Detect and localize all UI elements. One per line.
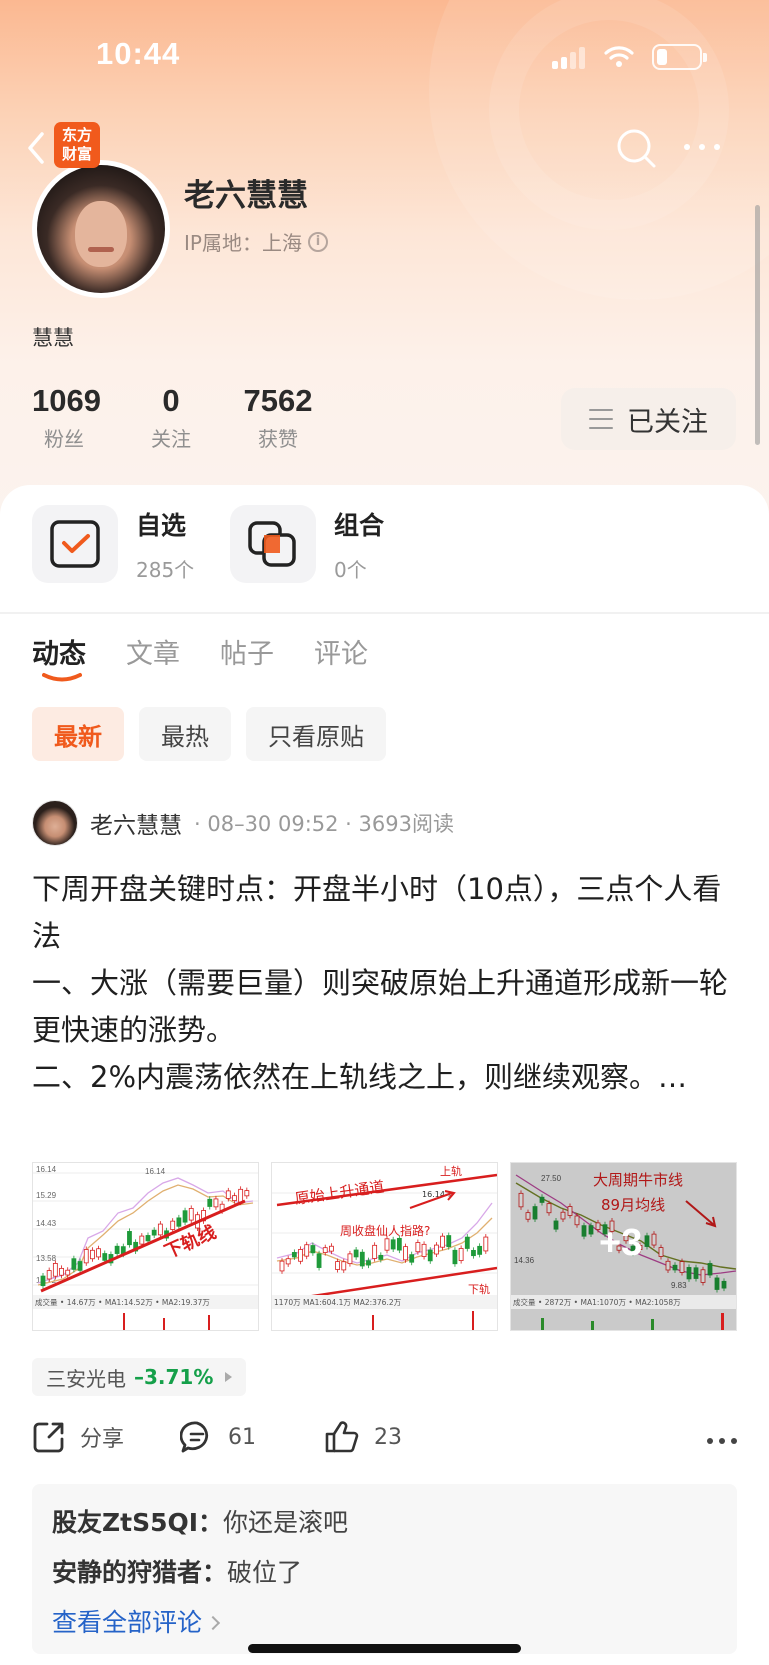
follow-button-label: 已关注: [627, 406, 708, 438]
share-label: 分享: [80, 1427, 125, 1452]
comment-text: 破位了: [227, 1558, 303, 1587]
filter-original-only[interactable]: 只看原贴: [246, 707, 386, 761]
price-label: 16.14: [145, 1167, 166, 1176]
stat-label: 获赞: [258, 427, 298, 451]
info-icon[interactable]: i: [307, 231, 328, 252]
filter-latest[interactable]: 最新: [32, 707, 124, 761]
profile-name: 老六慧慧: [184, 178, 308, 214]
stat-value: 0: [162, 383, 180, 418]
decoration: [489, 0, 729, 230]
like-button[interactable]: 23: [324, 1420, 402, 1454]
checkbox-icon: [32, 505, 118, 583]
like-count: 23: [374, 1424, 402, 1450]
signal-icon: [552, 47, 588, 69]
content-tabs: 动态 文章 帖子 评论: [32, 632, 368, 682]
post-actions: 分享 61 23: [32, 1420, 737, 1464]
scrollbar[interactable]: [755, 205, 760, 445]
status-time: 10:44: [96, 36, 181, 71]
comment-item: 股友ZtS5QI：你还是滚吧: [52, 1498, 717, 1548]
post-meta: · 08–30 09:52 · 3693阅读: [194, 812, 454, 836]
stat-following[interactable]: 0 关注: [150, 383, 192, 452]
post-image-2[interactable]: 原始上升通道 上轨 16.14-> 周收盘仙人指路? 下轨 1170万 MA1:…: [271, 1162, 498, 1331]
ip-location-text: IP属地：上海: [184, 231, 302, 255]
y-tick-label: 14.43: [36, 1219, 57, 1228]
play-arrow-icon: [225, 1372, 233, 1382]
comment-item: 安静的狩猎者：破位了: [52, 1548, 717, 1598]
search-icon[interactable]: [614, 126, 658, 170]
comment-text: 你还是滚吧: [223, 1508, 349, 1537]
stat-likes[interactable]: 7562 获赞: [241, 383, 315, 452]
chart-annotation: 周收盘仙人指路?: [340, 1223, 430, 1238]
stat-value: 7562: [243, 383, 313, 418]
stock-change: –3.71%: [134, 1365, 214, 1389]
post-author[interactable]: 老六慧慧: [90, 806, 182, 840]
view-all-label: 查看全部评论: [52, 1608, 203, 1637]
chart-footer: 成交量 • 2872万 • MA1:1070万 • MA2:1058万: [513, 1297, 681, 1307]
share-icon: [33, 1422, 64, 1453]
wifi-icon: [604, 46, 634, 67]
more-icon[interactable]: [684, 137, 728, 157]
avatar[interactable]: [32, 160, 170, 298]
follow-button[interactable]: 已关注: [561, 388, 736, 450]
quick-link-title: 自选: [136, 510, 187, 540]
quick-link-watchlist[interactable]: 自选 285个: [32, 505, 194, 583]
back-icon[interactable]: [18, 126, 58, 170]
comment-user[interactable]: 安静的狩猎者：: [52, 1558, 227, 1587]
chart-annotation: 下轨: [468, 1282, 490, 1296]
y-tick-label: 13.58: [36, 1254, 57, 1263]
quick-link-title: 组合: [334, 510, 385, 540]
quick-link-portfolio[interactable]: 组合 0个: [230, 505, 384, 583]
comment-count: 61: [228, 1424, 256, 1450]
more-icon[interactable]: [707, 1438, 737, 1444]
stock-name: 三安光电: [46, 1366, 126, 1391]
quick-link-count: 0个: [334, 557, 367, 582]
chevron-right-icon: [205, 1615, 221, 1631]
brand-logo: 东方 财富: [54, 122, 100, 168]
post-image-1[interactable]: 16.14 15.29 14.43 13.58 12.72 16.14 下轨线 …: [32, 1162, 259, 1331]
stat-label: 粉丝: [44, 427, 84, 451]
tab-indicator: [42, 673, 82, 682]
battery-icon: [652, 44, 707, 70]
post-header: 老六慧慧 · 08–30 09:52 · 3693阅读: [32, 800, 454, 846]
y-tick-label: 16.14: [36, 1165, 57, 1174]
quick-link-count: 285个: [136, 557, 195, 582]
filter-chips: 最新 最热 只看原贴: [32, 707, 386, 761]
ip-location: IP属地：上海 i: [184, 227, 328, 256]
post-body[interactable]: 下周开盘关键时点：开盘半小时（10点），三点个人看法 一、大涨（需要巨量）则突破…: [32, 866, 737, 1101]
filter-hottest[interactable]: 最热: [139, 707, 231, 761]
more-images-count: +3: [599, 1222, 642, 1264]
tab-posts[interactable]: 帖子: [220, 632, 274, 671]
list-icon: [589, 409, 613, 429]
post-image-3[interactable]: 27.50 14.36 9.83 大周期牛市线 89月均线 +3 成交量 • 2…: [510, 1162, 737, 1331]
y-tick-label: 15.29: [36, 1191, 57, 1200]
stat-fans[interactable]: 1069 粉丝: [32, 383, 101, 452]
chart-annotation: 上轨: [440, 1164, 462, 1178]
comment-preview[interactable]: 股友ZtS5QI：你还是滚吧 安静的狩猎者：破位了 查看全部评论: [32, 1484, 737, 1654]
portfolio-icon: [230, 505, 316, 583]
thumbs-up-icon: [325, 1421, 359, 1453]
stat-label: 关注: [151, 427, 191, 451]
tab-articles[interactable]: 文章: [126, 632, 180, 671]
comment-button[interactable]: 61: [180, 1420, 256, 1454]
comment-icon: [180, 1421, 209, 1453]
tab-label: 动态: [32, 639, 86, 670]
author-avatar[interactable]: [32, 800, 78, 846]
stat-value: 1069: [32, 383, 101, 418]
divider: [0, 612, 769, 614]
home-indicator[interactable]: [248, 1644, 521, 1653]
stock-tag[interactable]: 三安光电 –3.71%: [32, 1358, 247, 1396]
comment-user[interactable]: 股友ZtS5QI：: [52, 1508, 223, 1537]
chart-footer: 成交量 • 14.67万 • MA1:14.52万 • MA2:19.37万: [35, 1297, 210, 1307]
profile-bio: 慧慧: [32, 326, 74, 350]
tab-comments[interactable]: 评论: [314, 632, 368, 671]
chart-footer: 1170万 MA1:604.1万 MA2:376.2万: [274, 1298, 402, 1307]
view-all-comments-link[interactable]: 查看全部评论: [52, 1598, 717, 1648]
tab-activity[interactable]: 动态: [32, 632, 86, 682]
share-button[interactable]: 分享: [32, 1420, 124, 1454]
